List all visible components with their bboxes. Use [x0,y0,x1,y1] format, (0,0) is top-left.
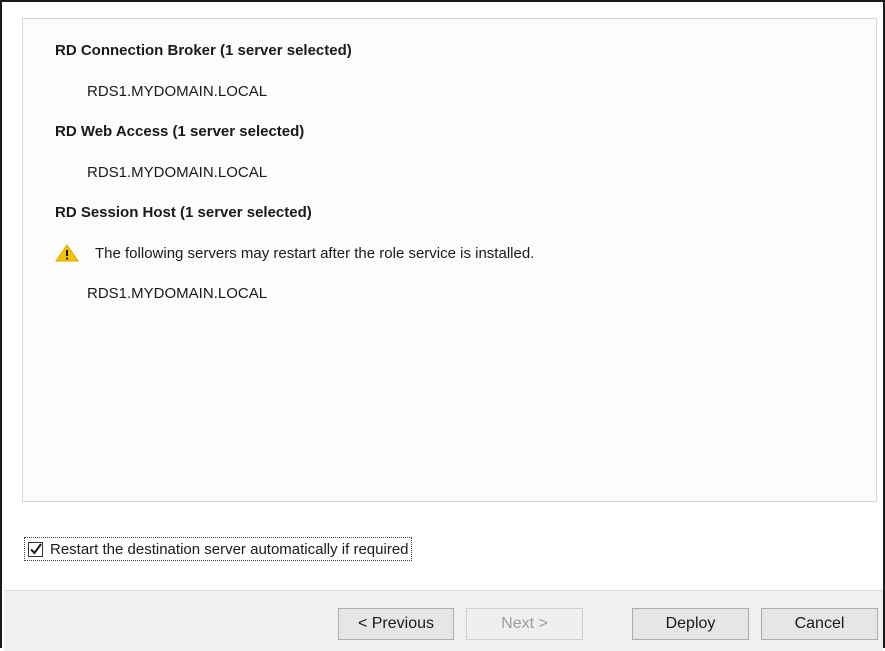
restart-checkbox-label: Restart the destination server automatic… [50,540,409,558]
section-title-session-host: RD Session Host (1 server selected) [55,204,312,221]
next-button[interactable]: Next > [466,608,583,640]
section-title-connection-broker: RD Connection Broker (1 server selected) [55,42,352,59]
deploy-button[interactable]: Deploy [632,608,749,640]
section-title-web-access: RD Web Access (1 server selected) [55,123,305,140]
warning-text: The following servers may restart after … [95,244,535,262]
restart-automatically-option[interactable]: Restart the destination server automatic… [24,537,412,561]
deployment-wizard-window: RD Connection Broker (1 server selected)… [0,0,885,651]
warning-triangle-icon [55,244,79,262]
restart-warning: The following servers may restart after … [55,243,534,263]
server-name-session-host: RDS1.MYDOMAIN.LOCAL [87,285,268,302]
restart-checkbox[interactable] [28,541,43,557]
server-name-connection-broker: RDS1.MYDOMAIN.LOCAL [87,83,268,100]
checkmark-icon [30,542,42,555]
server-name-web-access: RDS1.MYDOMAIN.LOCAL [87,164,268,181]
cancel-button[interactable]: Cancel [761,608,878,640]
previous-button[interactable]: < Previous [338,608,454,640]
